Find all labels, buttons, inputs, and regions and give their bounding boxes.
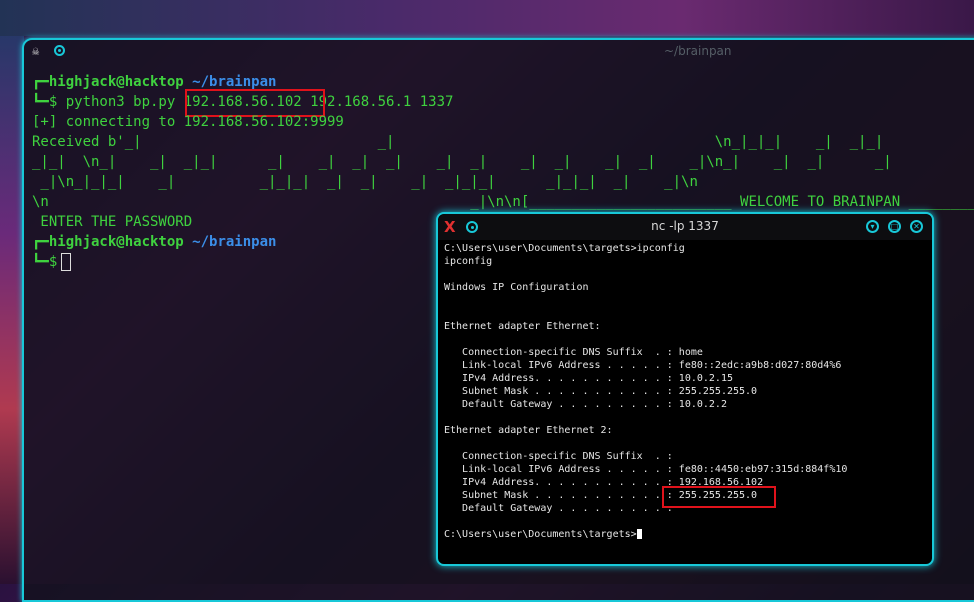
nc-output-line bbox=[444, 294, 928, 307]
nc-output-line: Ethernet adapter Ethernet 2: bbox=[444, 425, 613, 436]
highlight-box-ipv4-address bbox=[662, 486, 776, 508]
nc-output-line: Connection-specific DNS Suffix . : bbox=[444, 451, 673, 462]
command-start: $ python3 bp.py bbox=[48, 94, 184, 110]
prompt-symbol: $ bbox=[48, 254, 58, 270]
nc-output-line: Ethernet adapter Ethernet: bbox=[444, 321, 601, 332]
prompt-corner-bottom: ┗━ bbox=[32, 94, 49, 110]
output-received-4: \n _|\n\n[________________________ WELCO… bbox=[32, 194, 974, 210]
nc-output-line bbox=[444, 411, 928, 424]
nc-window-titlebar[interactable]: X nc -lp 1337 ▾ □ ✕ bbox=[438, 214, 932, 240]
nc-output-line: C:\Users\user\Documents\targets>ipconfig bbox=[444, 243, 685, 254]
nc-output-line: Connection-specific DNS Suffix . : home bbox=[444, 347, 703, 358]
nc-output-line: Link-local IPv6 Address . . . . . : fe80… bbox=[444, 464, 848, 475]
nc-output-line: IPv4 Address. . . . . . . . . . . : 10.0… bbox=[444, 373, 733, 384]
minimize-icon[interactable]: ▾ bbox=[866, 220, 879, 233]
nc-last-prompt: C:\Users\user\Documents\targets> bbox=[444, 529, 637, 540]
main-terminal-titlebar[interactable]: ☠ ~/brainpan bbox=[24, 40, 974, 64]
prompt-user: highjack@hacktop bbox=[48, 74, 184, 90]
prompt-corner-top: ┏━ bbox=[32, 234, 49, 250]
output-connecting: [+] connecting to 192.168.56.102:9999 bbox=[32, 114, 344, 130]
nc-last-prompt-line: C:\Users\user\Documents\targets> bbox=[444, 528, 928, 541]
output-received-1: Received b'_| _| \n_|_|_| _| _|_| bbox=[32, 134, 884, 150]
nc-window-title: nc -lp 1337 bbox=[651, 219, 719, 233]
maximize-icon[interactable]: □ bbox=[888, 220, 901, 233]
terminal-app-icon: ☠ bbox=[32, 44, 40, 58]
nc-terminal-window[interactable]: X nc -lp 1337 ▾ □ ✕ C:\Users\user\Docume… bbox=[436, 212, 934, 566]
main-terminal-title: ~/brainpan bbox=[664, 44, 732, 58]
nc-output-line bbox=[444, 268, 928, 281]
wallpaper-strip-top bbox=[0, 0, 974, 36]
command-line-2[interactable]: ┗━$ bbox=[32, 252, 72, 272]
prompt-path: ~/brainpan bbox=[192, 74, 277, 90]
output-received-2: _|_| \n_| _| _|_| _| _| _| _| _| _| _| _… bbox=[32, 154, 892, 170]
wallpaper-strip-left bbox=[0, 0, 24, 584]
text-cursor bbox=[636, 529, 642, 539]
nc-output-line bbox=[444, 515, 928, 528]
text-cursor bbox=[61, 253, 72, 271]
nc-output-line: Subnet Mask . . . . . . . . . . . : 255.… bbox=[444, 386, 758, 397]
nc-output-line: ipconfig bbox=[444, 256, 493, 267]
prompt-user: highjack@hacktop bbox=[48, 234, 184, 250]
nc-output-line: Default Gateway . . . . . . . . . : 10.0… bbox=[444, 399, 727, 410]
nc-output-line: Link-local IPv6 Address . . . . . : fe80… bbox=[444, 360, 842, 371]
nc-output-line bbox=[444, 333, 928, 346]
prompt-corner-bottom: ┗━ bbox=[32, 254, 49, 270]
output-received-3: _|\n_|_|_| _| _|_|_| _| _| _| _|_|_| _|_… bbox=[32, 174, 698, 190]
sticky-pin-icon[interactable] bbox=[54, 45, 65, 56]
nc-output-line bbox=[444, 437, 928, 450]
output-enter-password: ENTER THE PASSWORD bbox=[32, 214, 193, 230]
prompt-corner-top: ┏━ bbox=[32, 74, 49, 90]
nc-output[interactable]: C:\Users\user\Documents\targets>ipconfig… bbox=[444, 242, 928, 560]
prompt-path: ~/brainpan bbox=[192, 234, 277, 250]
close-icon[interactable]: ✕ bbox=[910, 220, 923, 233]
prompt-line-2: ┏━highjack@hacktop ~/brainpan bbox=[32, 232, 276, 252]
nc-output-line bbox=[444, 307, 928, 320]
nc-output-line: Windows IP Configuration bbox=[444, 282, 589, 293]
